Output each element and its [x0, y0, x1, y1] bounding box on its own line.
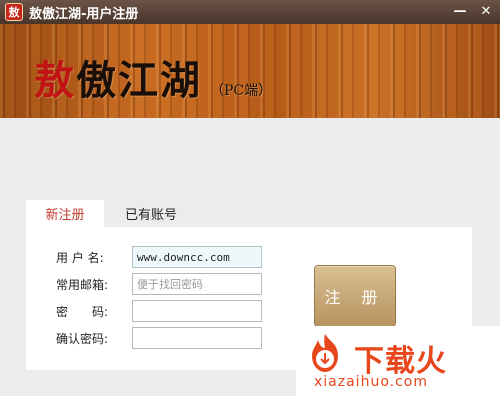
window-title: 敖傲江湖-用户注册 — [29, 6, 139, 22]
flame-download-icon — [312, 334, 338, 372]
email-row: 常用邮箱: 便于找回密码 — [26, 273, 472, 295]
email-input[interactable]: 便于找回密码 — [132, 273, 262, 295]
logo-first-char: 敖 — [34, 57, 76, 104]
username-row: 用 户 名: www.downcc.com — [26, 246, 472, 268]
window-controls: — ✕ — [448, 0, 500, 21]
username-input[interactable]: www.downcc.com — [132, 246, 262, 268]
logo-subtitle: （PC端） — [210, 83, 273, 99]
close-button[interactable]: ✕ — [474, 1, 498, 21]
tab-existing-account[interactable]: 已有账号 — [112, 200, 190, 227]
confirm-password-input[interactable] — [132, 327, 262, 349]
password-input[interactable] — [132, 300, 262, 322]
logo-rest: 傲江湖 — [76, 57, 202, 104]
banner: 敖 傲江湖 （PC端） — [0, 24, 500, 118]
watermark: 下载火 xiazaihuo.com — [296, 326, 500, 396]
game-logo: 敖 傲江湖 （PC端） — [34, 48, 272, 106]
title-bar: 敖 敖傲江湖-用户注册 — ✕ — [0, 0, 500, 24]
register-button[interactable]: 注 册 — [314, 265, 396, 327]
minimize-button[interactable]: — — [448, 1, 472, 21]
password-row: 密 码: — [26, 300, 472, 322]
watermark-url: xiazaihuo.com — [314, 374, 428, 390]
app-icon: 敖 — [5, 3, 23, 21]
tab-new-register[interactable]: 新注册 — [26, 200, 104, 227]
